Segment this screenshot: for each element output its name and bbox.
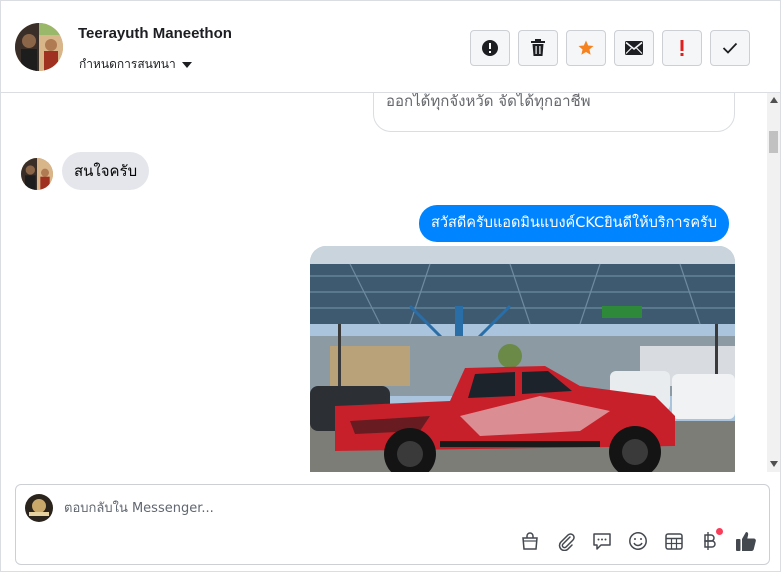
contact-avatar[interactable] bbox=[15, 23, 63, 71]
mark-done-button[interactable] bbox=[710, 30, 750, 66]
reply-input[interactable] bbox=[64, 497, 744, 519]
flag-important-button[interactable] bbox=[662, 30, 702, 66]
shop-button[interactable] bbox=[519, 530, 541, 552]
card-text: ออกได้ทุกจังหวัด จัดได้ทุกอาชีพ bbox=[386, 93, 591, 110]
caret-down-icon bbox=[181, 62, 192, 68]
scroll-thumb[interactable] bbox=[769, 131, 778, 153]
notification-dot bbox=[716, 528, 723, 535]
attach-button[interactable] bbox=[555, 530, 577, 552]
appointment-button[interactable] bbox=[663, 530, 685, 552]
conversation-header: Teerayuth Maneethon กำหนดการสนทนา bbox=[1, 1, 780, 93]
thumbs-up-icon bbox=[736, 532, 756, 551]
contact-name[interactable]: Teerayuth Maneethon bbox=[78, 25, 232, 42]
trash-icon bbox=[531, 39, 545, 56]
envelope-icon bbox=[625, 41, 643, 55]
checkmark-icon bbox=[722, 42, 738, 54]
scroll-up-arrow-icon[interactable] bbox=[770, 97, 778, 103]
like-button[interactable] bbox=[735, 530, 757, 552]
paperclip-icon bbox=[558, 533, 575, 551]
mark-unread-button[interactable] bbox=[614, 30, 654, 66]
star-icon bbox=[578, 40, 594, 55]
conversation-settings-label: กำหนดการสนทนา bbox=[79, 57, 176, 71]
scroll-down-arrow-icon[interactable] bbox=[770, 461, 778, 467]
alert-circle-icon bbox=[482, 40, 498, 56]
baht-icon bbox=[704, 532, 716, 550]
outgoing-message: สวัสดีครับแอดมินแบงค์CKCยินดีให้บริการคร… bbox=[419, 205, 730, 242]
star-button[interactable] bbox=[566, 30, 606, 66]
delete-button[interactable] bbox=[518, 30, 558, 66]
emoji-button[interactable] bbox=[627, 530, 649, 552]
composer-tools bbox=[519, 528, 757, 552]
incoming-message: สนใจครับ bbox=[62, 152, 150, 190]
photo-red-pickup-truck bbox=[310, 246, 735, 472]
chat-bubble-icon bbox=[593, 533, 611, 550]
thread-scrollbar[interactable] bbox=[767, 93, 780, 472]
report-spam-button[interactable] bbox=[470, 30, 510, 66]
message-thread[interactable]: ออกได้ทุกจังหวัด จัดได้ทุกอาชีพ สนใจครับ… bbox=[1, 93, 767, 472]
photo-attachment[interactable] bbox=[310, 246, 735, 472]
payment-button[interactable] bbox=[699, 528, 723, 552]
incoming-card-message: ออกได้ทุกจังหวัด จัดได้ทุกอาชีพ bbox=[373, 93, 735, 132]
exclamation-icon bbox=[680, 40, 684, 56]
reply-composer bbox=[15, 484, 770, 565]
header-actions bbox=[470, 30, 750, 66]
contact-avatar-small bbox=[21, 158, 53, 190]
messenger-inbox-window: Teerayuth Maneethon กำหนดการสนทนา ออกได้… bbox=[0, 0, 781, 572]
page-avatar bbox=[25, 494, 53, 522]
conversation-settings-dropdown[interactable]: กำหนดการสนทนา bbox=[79, 55, 192, 74]
saved-replies-button[interactable] bbox=[591, 530, 613, 552]
shopping-bag-icon bbox=[522, 532, 538, 550]
smiley-icon bbox=[629, 532, 647, 550]
calendar-icon bbox=[665, 533, 683, 550]
